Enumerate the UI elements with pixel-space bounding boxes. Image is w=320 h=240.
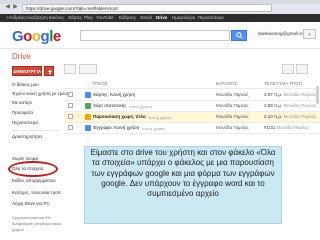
file-owner: Μονάδα Παρέας	[216, 103, 249, 108]
nav-folder-item[interactable]: Κατόχος, τελευταία τροπ.	[12, 190, 62, 195]
divider	[64, 88, 320, 89]
gbar-link[interactable]: Ημερολόγιο	[172, 14, 195, 22]
modified-by: Μονάδα Παρέας	[282, 92, 317, 97]
gbar-link[interactable]: Gmail	[140, 14, 152, 22]
upload-button[interactable]	[44, 66, 54, 76]
star-icon[interactable]: ☆	[76, 102, 80, 108]
google-logo[interactable]: Google	[12, 28, 61, 45]
create-button[interactable]: ΔΗΜΙΟΥΡΓΙΑ	[12, 66, 42, 76]
column-modified[interactable]: ΤΕΛΕΥΤΑΙΑ ΤΡΟΠ.	[264, 81, 303, 86]
forward-arrow-icon[interactable]: ▶	[12, 4, 19, 11]
gbar-link[interactable]: Ειδήσεις	[119, 14, 136, 22]
file-modified: 2:10 π.μ. Μονάδα Παρέας	[264, 114, 316, 119]
row-checkbox[interactable]	[68, 103, 73, 108]
file-icon	[85, 103, 91, 109]
file-owner: Μονάδα Παρέας	[216, 92, 249, 97]
divider	[64, 133, 320, 134]
file-modified: #1/31 Μονάδα Παρέας	[264, 125, 309, 130]
search-input[interactable]	[80, 30, 230, 41]
column-title[interactable]: ΤΙΤΛΟΣ	[92, 81, 108, 86]
nav-item[interactable]: Έχουν κοινή χρήση με εμένα	[12, 91, 69, 96]
nav-folder-item[interactable]: Λήψη Drive για PC	[12, 201, 50, 206]
nav-item[interactable]: Περισσότερα	[12, 120, 38, 125]
highlight-annotation	[8, 161, 58, 177]
drive-title: Drive	[12, 52, 31, 61]
divider	[12, 130, 60, 131]
row-checkbox[interactable]	[68, 125, 73, 130]
file-owner: Μονάδα Παρέας	[216, 125, 249, 130]
file-icon	[85, 125, 91, 131]
list-view-button[interactable]	[282, 64, 294, 74]
logo-letter: o	[31, 28, 41, 45]
gbar-link[interactable]: Αναζήτηση	[26, 14, 48, 22]
gbar-link[interactable]: Εικόνες	[49, 14, 64, 22]
modified-time: 2:08 π.μ.	[264, 103, 283, 108]
storage-info: Χρησιμοποιούνται 0%	[12, 215, 51, 220]
column-owner[interactable]: ΚΑΤΟΧΟΣ	[216, 81, 237, 86]
file-modified: 2:07 π.μ. Μονάδα Παρέας	[264, 92, 316, 97]
search-button[interactable]	[231, 30, 247, 41]
file-modified: 2:08 π.μ. Μονάδα Παρέας	[264, 103, 316, 108]
gbar-link[interactable]: Drive	[156, 14, 167, 22]
share-tag: Κοινή χρήση	[142, 125, 165, 131]
modified-time: #1/31	[264, 125, 276, 130]
logo-letter: o	[23, 28, 32, 45]
search-icon	[236, 32, 243, 39]
modified-time: 2:10 π.μ.	[264, 114, 283, 119]
back-arrow-icon[interactable]: ◀	[4, 4, 11, 11]
logo-letter: G	[12, 28, 24, 45]
file-title[interactable]: Έγγραφο: Κοινή χρήση	[93, 125, 139, 130]
gbar-link[interactable]: Χάρτες	[68, 14, 82, 22]
gbar-link[interactable]: Περισσότερα	[198, 14, 224, 22]
file-title[interactable]: Χάρτ στατιστικής	[93, 103, 126, 108]
nav-item[interactable]: Ο δίσκος μου	[12, 82, 39, 87]
file-owner: Μονάδα Παρέας	[216, 114, 249, 119]
select-checkbox-button[interactable]	[64, 64, 76, 74]
row-checkbox[interactable]	[68, 114, 73, 119]
gbar-link[interactable]: +Ανδρέας	[6, 14, 26, 22]
file-icon	[85, 92, 91, 98]
file-icon	[85, 114, 91, 120]
share-button[interactable]: +	[303, 29, 316, 39]
share-tag: Κοινή χρήση	[129, 103, 152, 109]
divider	[0, 48, 320, 49]
storage-info[interactable]: χώρου	[12, 227, 24, 232]
modified-by: Μονάδα Παρέας	[275, 125, 310, 130]
address-bar[interactable]: https://drive.google.com/?tab=mo#folders…	[22, 4, 272, 12]
share-tag: Κοινή χρήση	[148, 114, 172, 120]
gbar-link[interactable]: Play	[84, 14, 93, 22]
logo-letter: e	[52, 28, 61, 45]
star-icon[interactable]: ☆	[76, 113, 80, 119]
modified-by: Μονάδα Παρέας	[282, 114, 317, 119]
file-title[interactable]: Χάρτης: Κοινή χρήση	[93, 92, 135, 97]
upload-icon	[47, 69, 53, 75]
file-title[interactable]: Παρουσίαση χωρίς τίτλο	[93, 114, 146, 119]
nav-section-header: Δραστηριότητα	[12, 134, 42, 139]
star-icon[interactable]: ☆	[76, 124, 80, 130]
settings-button[interactable]	[296, 64, 308, 74]
modified-by: Μονάδα Παρέας	[282, 103, 317, 108]
star-icon[interactable]: ☆	[76, 91, 80, 97]
gbar-link[interactable]: YouTube	[96, 14, 114, 22]
user-email[interactable]: alaskaoreng@gmail.com	[258, 31, 308, 36]
refresh-button[interactable]	[79, 64, 97, 74]
logo-letter: g	[40, 28, 50, 45]
scrollbar[interactable]	[316, 86, 319, 104]
annotation-text: Είμαστε στο drive του χρήστη και στον φά…	[90, 148, 276, 199]
nav-folder-item[interactable]: Κάδος απορριμμάτων	[12, 178, 56, 183]
nav-item[interactable]: Με αστέρι	[12, 100, 32, 105]
modified-time: 2:07 π.μ.	[264, 92, 283, 97]
storage-info[interactable]: Αναβάθμιση αποθηκευτικού	[12, 221, 61, 226]
nav-item[interactable]: Πρόσφατα	[12, 110, 33, 115]
row-checkbox[interactable]	[68, 92, 73, 97]
